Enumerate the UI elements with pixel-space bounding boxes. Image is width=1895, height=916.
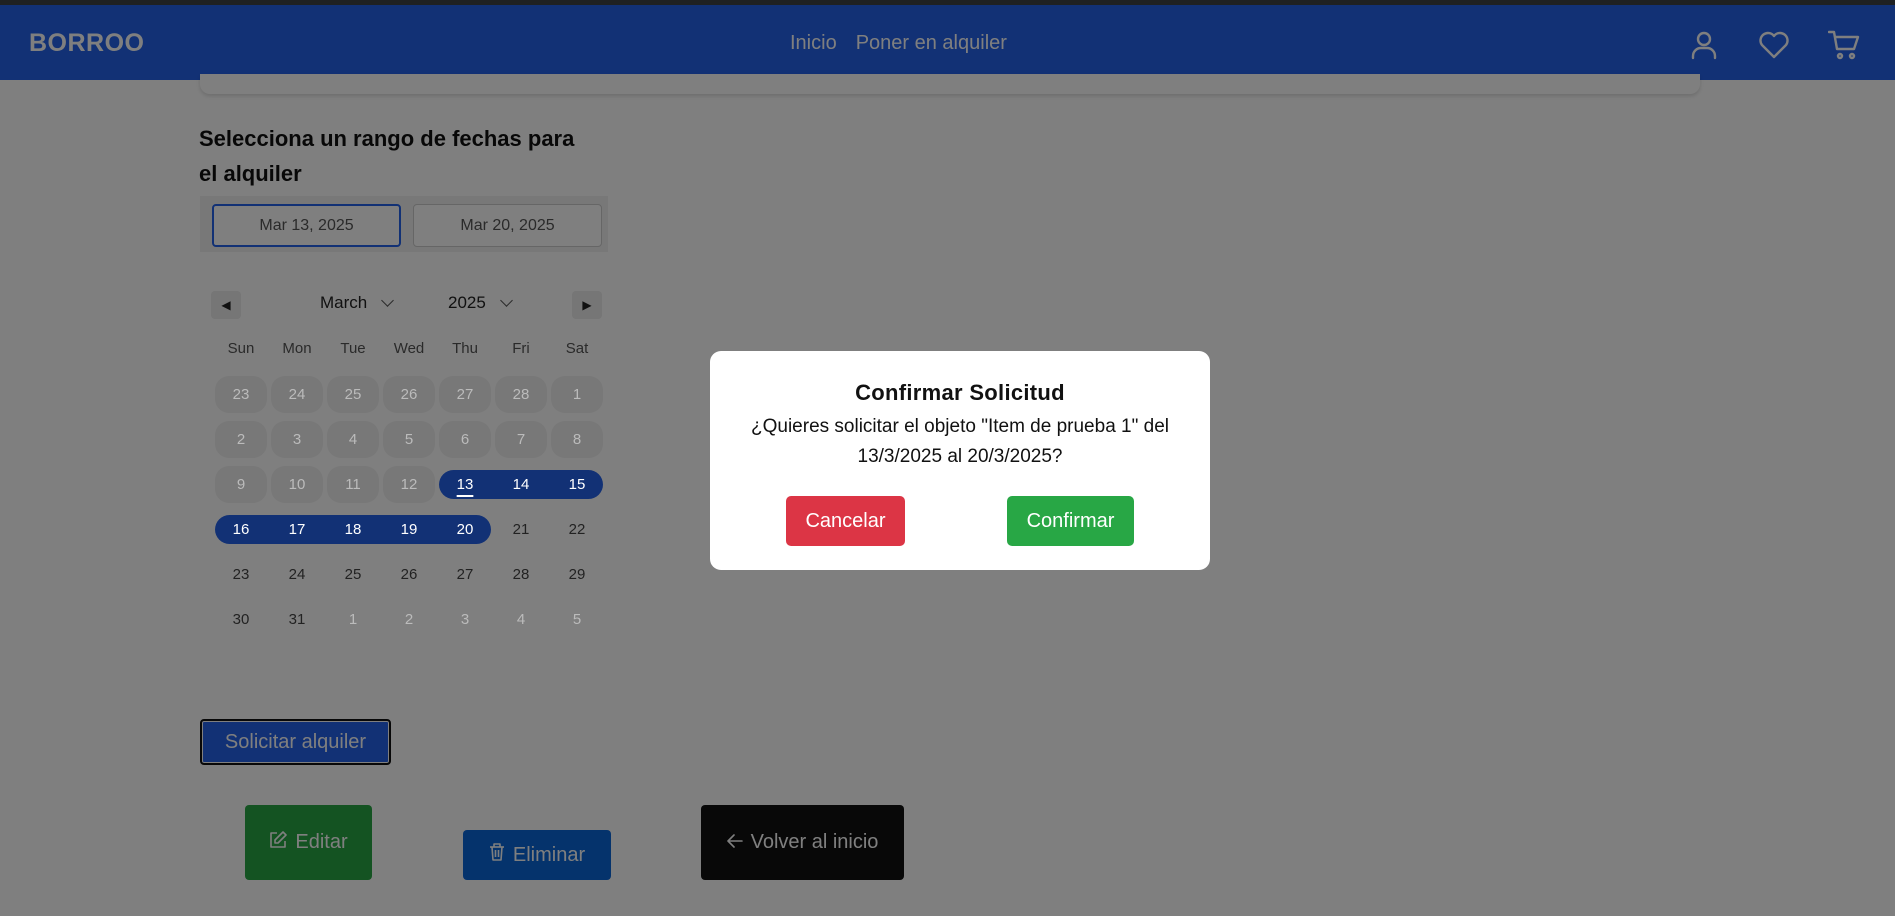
confirm-button[interactable]: Confirmar xyxy=(1007,496,1134,546)
confirm-request-dialog: Confirmar Solicitud ¿Quieres solicitar e… xyxy=(710,351,1210,570)
dialog-message: ¿Quieres solicitar el objeto "Item de pr… xyxy=(751,416,1169,467)
dialog-title: Confirmar Solicitud xyxy=(855,380,1065,405)
cancel-button[interactable]: Cancelar xyxy=(786,496,905,546)
